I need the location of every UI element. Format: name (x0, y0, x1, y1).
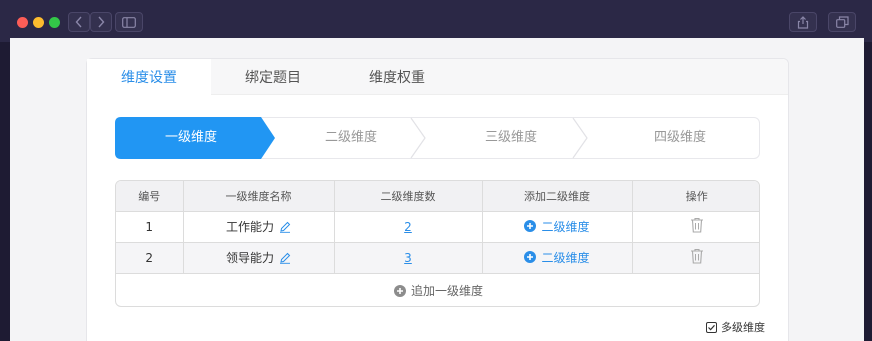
tab-dimension-settings[interactable]: 维度设置 (87, 59, 211, 96)
window-titlebar (0, 0, 872, 42)
column-header: 编号 (116, 181, 184, 212)
tabs-icon (835, 16, 849, 28)
edit-pencil-icon[interactable] (279, 252, 291, 264)
column-header: 添加二级维度 (482, 181, 633, 212)
plus-circle-icon (524, 220, 537, 233)
settings-card: 维度设置 绑定题目 维度权重 一级维度 二级维度 三级维度 四级维度 编号 一级… (86, 58, 789, 341)
chevron-left-icon (75, 16, 82, 28)
tabs-overview-button[interactable] (828, 12, 856, 32)
table-row: 1 工作能力 2 二级维度 (116, 211, 759, 243)
table-header-row: 编号 一级维度名称 二级维度数 添加二级维度 操作 (116, 181, 759, 212)
share-button[interactable] (789, 12, 817, 32)
dimension-name: 领导能力 (225, 251, 274, 265)
sub-dimension-count-link[interactable]: 2 (404, 220, 412, 234)
tab-bind-questions[interactable]: 绑定题目 (211, 59, 335, 96)
tab-dimension-weights[interactable]: 维度权重 (335, 59, 459, 96)
add-dimension-label: 追加一级维度 (410, 284, 483, 298)
step-level-1[interactable]: 一级维度 (116, 118, 266, 158)
step-level-2[interactable]: 二级维度 (276, 118, 426, 158)
step-level-3[interactable]: 三级维度 (436, 118, 586, 158)
sidebar-toggle-button[interactable] (115, 12, 143, 32)
sidebar-icon (122, 16, 136, 28)
dimension-table: 编号 一级维度名称 二级维度数 添加二级维度 操作 1 工作能力 2 二级维度 … (115, 180, 760, 307)
minimize-window-button[interactable] (33, 17, 44, 28)
multi-level-toggle[interactable]: 多级维度 (706, 319, 765, 335)
chevron-right-icon (98, 16, 105, 28)
column-header: 二级维度数 (334, 181, 483, 212)
column-header: 操作 (632, 181, 759, 212)
zoom-window-button[interactable] (49, 17, 60, 28)
add-sub-dimension-label: 二级维度 (541, 250, 590, 265)
add-sub-dimension-button[interactable]: 二级维度 (524, 218, 590, 235)
table-row: 2 领导能力 3 二级维度 (116, 242, 759, 274)
edit-pencil-icon[interactable] (279, 221, 291, 233)
sub-dimension-count-cell: 3 (334, 242, 483, 274)
sub-dimension-count-cell: 2 (334, 211, 483, 243)
row-number: 1 (116, 211, 184, 243)
plus-circle-icon (393, 284, 406, 297)
multi-level-checkbox[interactable] (706, 321, 717, 333)
add-sub-dimension-button[interactable]: 二级维度 (524, 249, 590, 266)
forward-button[interactable] (90, 12, 112, 32)
plus-circle-icon (524, 251, 537, 264)
level-steps: 一级维度 二级维度 三级维度 四级维度 (115, 117, 760, 159)
add-sub-dimension-label: 二级维度 (541, 219, 590, 234)
add-sub-dimension-cell: 二级维度 (482, 211, 633, 243)
trash-icon[interactable] (690, 248, 704, 264)
sub-dimension-count-link[interactable]: 3 (404, 251, 412, 265)
dimension-name: 工作能力 (225, 220, 274, 234)
actions-cell (632, 211, 759, 243)
page-content: 维度设置 绑定题目 维度权重 一级维度 二级维度 三级维度 四级维度 编号 一级… (10, 38, 864, 341)
dimension-name-cell: 工作能力 (183, 211, 335, 243)
dimension-name-cell: 领导能力 (183, 242, 335, 274)
column-header: 一级维度名称 (183, 181, 335, 212)
share-icon (797, 15, 809, 29)
back-button[interactable] (68, 12, 90, 32)
step-level-4[interactable]: 四级维度 (602, 118, 758, 158)
close-window-button[interactable] (17, 17, 28, 28)
row-number: 2 (116, 242, 184, 274)
tab-bar: 维度设置 绑定题目 维度权重 (87, 59, 788, 96)
trash-icon[interactable] (690, 217, 704, 233)
add-sub-dimension-cell: 二级维度 (482, 242, 633, 274)
multi-level-label: 多级维度 (721, 321, 765, 334)
checkmark-icon (708, 324, 715, 330)
actions-cell (632, 242, 759, 274)
add-dimension-row[interactable]: 追加一级维度 (116, 274, 759, 306)
